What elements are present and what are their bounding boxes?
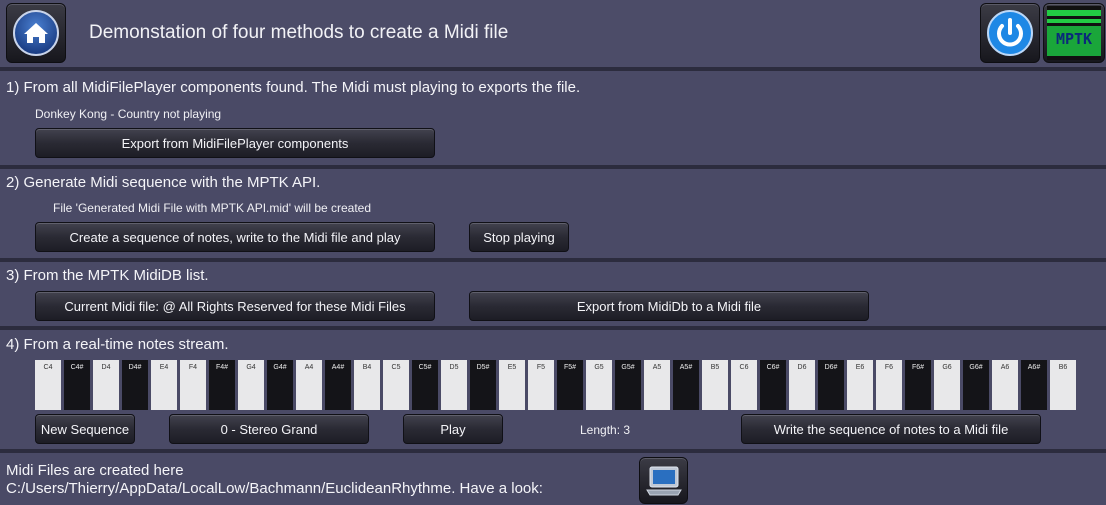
separator <box>0 326 1106 330</box>
section2-title: 2) Generate Midi sequence with the MPTK … <box>6 174 321 191</box>
home-button[interactable] <box>6 3 66 63</box>
mptk-logo-button[interactable]: MPTK <box>1043 3 1105 63</box>
export-mididb-button[interactable]: Export from MidiDb to a Midi file <box>469 291 869 321</box>
instrument-select[interactable]: 0 - Stereo Grand <box>169 414 369 444</box>
piano-key[interactable]: G5# <box>615 360 641 410</box>
midi-path: C:/Users/Thierry/AppData/LocalLow/Bachma… <box>6 480 543 497</box>
piano-key[interactable]: C6 <box>731 360 757 410</box>
piano-key[interactable]: G6 <box>934 360 960 410</box>
piano-key[interactable]: C4# <box>64 360 90 410</box>
separator <box>0 165 1106 169</box>
piano-key[interactable]: A5 <box>644 360 670 410</box>
piano-key[interactable]: B6 <box>1050 360 1076 410</box>
piano-key[interactable]: G5 <box>586 360 612 410</box>
piano-key[interactable]: C5 <box>383 360 409 410</box>
piano-key[interactable]: C4 <box>35 360 61 410</box>
current-midi-file-button[interactable]: Current Midi file: @ All Rights Reserved… <box>35 291 435 321</box>
mptk-logo-text: MPTK <box>1055 30 1093 48</box>
section4-title: 4) From a real-time notes stream. <box>6 336 229 353</box>
piano-key[interactable]: D4# <box>122 360 148 410</box>
separator <box>0 67 1106 71</box>
section1-title: 1) From all MidiFilePlayer components fo… <box>6 79 581 96</box>
piano-key[interactable]: F6 <box>876 360 902 410</box>
piano-key[interactable]: D4 <box>93 360 119 410</box>
midi-path-caption: Midi Files are created here <box>6 462 184 479</box>
piano-key[interactable]: G4# <box>267 360 293 410</box>
home-icon <box>13 10 59 56</box>
piano-key[interactable]: D5# <box>470 360 496 410</box>
piano-key[interactable]: F6# <box>905 360 931 410</box>
piano-key[interactable]: B4 <box>354 360 380 410</box>
mptk-logo-icon: MPTK <box>1047 6 1101 60</box>
piano-key[interactable]: A4# <box>325 360 351 410</box>
separator <box>0 258 1106 262</box>
sequence-length-label: Length: 3 <box>580 423 631 437</box>
piano-key[interactable]: B5 <box>702 360 728 410</box>
piano-key[interactable]: A6# <box>1021 360 1047 410</box>
stop-playing-button[interactable]: Stop playing <box>469 222 569 252</box>
play-button[interactable]: Play <box>403 414 503 444</box>
piano-key[interactable]: F4# <box>209 360 235 410</box>
section3-title: 3) From the MPTK MidiDB list. <box>6 267 209 284</box>
piano-key[interactable]: F4 <box>180 360 206 410</box>
piano-key[interactable]: A6 <box>992 360 1018 410</box>
midi-path-info: Midi Files are created here C:/Users/Thi… <box>6 462 543 498</box>
piano-key[interactable]: D6 <box>789 360 815 410</box>
piano-key[interactable]: A4 <box>296 360 322 410</box>
piano-key[interactable]: F5 <box>528 360 554 410</box>
header-bar: Demonstation of four methods to create a… <box>0 0 1106 67</box>
midi-player-status: Donkey Kong - Country not playing <box>35 107 222 121</box>
write-sequence-button[interactable]: Write the sequence of notes to a Midi fi… <box>741 414 1041 444</box>
generated-file-info: File 'Generated Midi File with MPTK API.… <box>53 201 372 215</box>
piano-key[interactable]: F5# <box>557 360 583 410</box>
piano-key[interactable]: E6 <box>847 360 873 410</box>
export-midifileplayer-button[interactable]: Export from MidiFilePlayer components <box>35 128 435 158</box>
page-title: Demonstation of four methods to create a… <box>89 22 509 43</box>
piano-key[interactable]: D6# <box>818 360 844 410</box>
piano-key[interactable]: G6# <box>963 360 989 410</box>
new-sequence-button[interactable]: New Sequence <box>35 414 135 444</box>
piano-key[interactable]: G4 <box>238 360 264 410</box>
piano-key[interactable]: C6# <box>760 360 786 410</box>
piano-key[interactable]: D5 <box>441 360 467 410</box>
piano-key[interactable]: C5# <box>412 360 438 410</box>
piano-key[interactable]: E4 <box>151 360 177 410</box>
power-button[interactable] <box>980 3 1040 63</box>
piano-key[interactable]: A5# <box>673 360 699 410</box>
create-sequence-button[interactable]: Create a sequence of notes, write to the… <box>35 222 435 252</box>
separator <box>0 449 1106 453</box>
piano-key[interactable]: E5 <box>499 360 525 410</box>
power-icon <box>987 10 1033 56</box>
laptop-icon <box>645 466 682 495</box>
open-folder-button[interactable] <box>639 457 688 504</box>
